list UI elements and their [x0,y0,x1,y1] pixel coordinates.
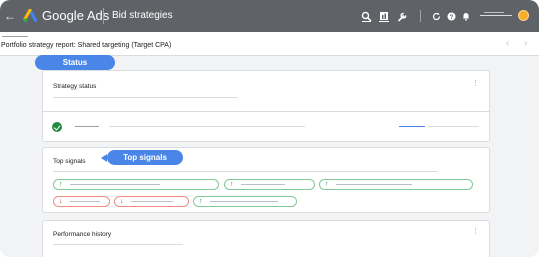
reports-icon[interactable] [378,9,390,23]
refresh-icon[interactable] [430,9,442,23]
subtitle-placeholder [53,244,183,245]
signal-text-placeholder [241,184,285,185]
card-divider [43,111,489,112]
account-name [480,15,512,16]
signal-text-placeholder [131,201,173,202]
top-signals-callout: Top signals [101,150,183,165]
breadcrumb [2,36,28,37]
topbar-divider [103,8,104,24]
arrow-down-icon: ↓ [120,198,124,205]
avatar[interactable] [518,10,529,21]
arrow-up-icon: ↑ [199,198,203,205]
signal-chip[interactable]: ↑ [53,179,219,190]
arrow-up-icon: ↑ [325,181,329,188]
signal-text-placeholder [70,201,100,202]
card-title: Strategy status [53,83,97,90]
strategy-status-card: Strategy status ⋮ [42,70,490,142]
signal-text-placeholder [210,201,278,202]
signal-chip[interactable]: ↑ [193,196,297,207]
subtitle-placeholder [53,97,238,98]
search-icon[interactable] [360,9,372,23]
status-callout: Status [35,55,115,70]
arrow-down-icon: ↓ [59,198,63,205]
card-title-rule [53,171,438,172]
wrench-icon[interactable] [396,9,408,23]
topbar-separator [420,10,421,22]
status-label-placeholder [75,126,99,127]
more-vert-icon[interactable]: ⋮ [472,80,479,88]
signal-chip[interactable]: ↑ [319,179,473,190]
report-title: Portfolio strategy report: Shared target… [1,42,172,49]
signal-chip[interactable]: ↓ [53,196,110,207]
page-title: Bid strategies [112,10,173,21]
signal-chip[interactable]: ↓ [114,196,189,207]
report-header: Portfolio strategy report: Shared target… [0,32,539,56]
google-ads-logo [23,9,37,22]
signal-text-placeholder [336,184,412,185]
status-link[interactable] [399,126,425,127]
signal-text-placeholder [70,184,160,185]
status-text-placeholder [109,126,305,127]
arrow-back-icon[interactable]: ← [4,8,16,24]
svg-text:?: ? [449,15,453,21]
arrow-up-icon: ↑ [59,181,63,188]
status-value-placeholder [429,126,479,127]
chevron-right-icon[interactable]: › [524,39,527,49]
account-id [484,12,504,13]
check-circle-icon [52,122,62,132]
arrow-up-icon: ↑ [230,181,234,188]
app-frame: ← Google Ads Bid strategies ? Portfolio … [0,0,539,257]
performance-history-card: Performance history ⋮ [42,220,490,257]
card-title: Top signals [53,158,86,165]
more-vert-icon[interactable]: ⋮ [472,228,479,236]
signal-chip[interactable]: ↑ [224,179,315,190]
brand-name: Google Ads [42,8,110,23]
chevron-left-icon[interactable]: ‹ [506,39,509,49]
help-icon[interactable]: ? [445,9,457,23]
card-title: Performance history [53,231,112,238]
bell-icon[interactable] [460,9,472,23]
top-app-bar: ← Google Ads Bid strategies ? [0,0,539,32]
